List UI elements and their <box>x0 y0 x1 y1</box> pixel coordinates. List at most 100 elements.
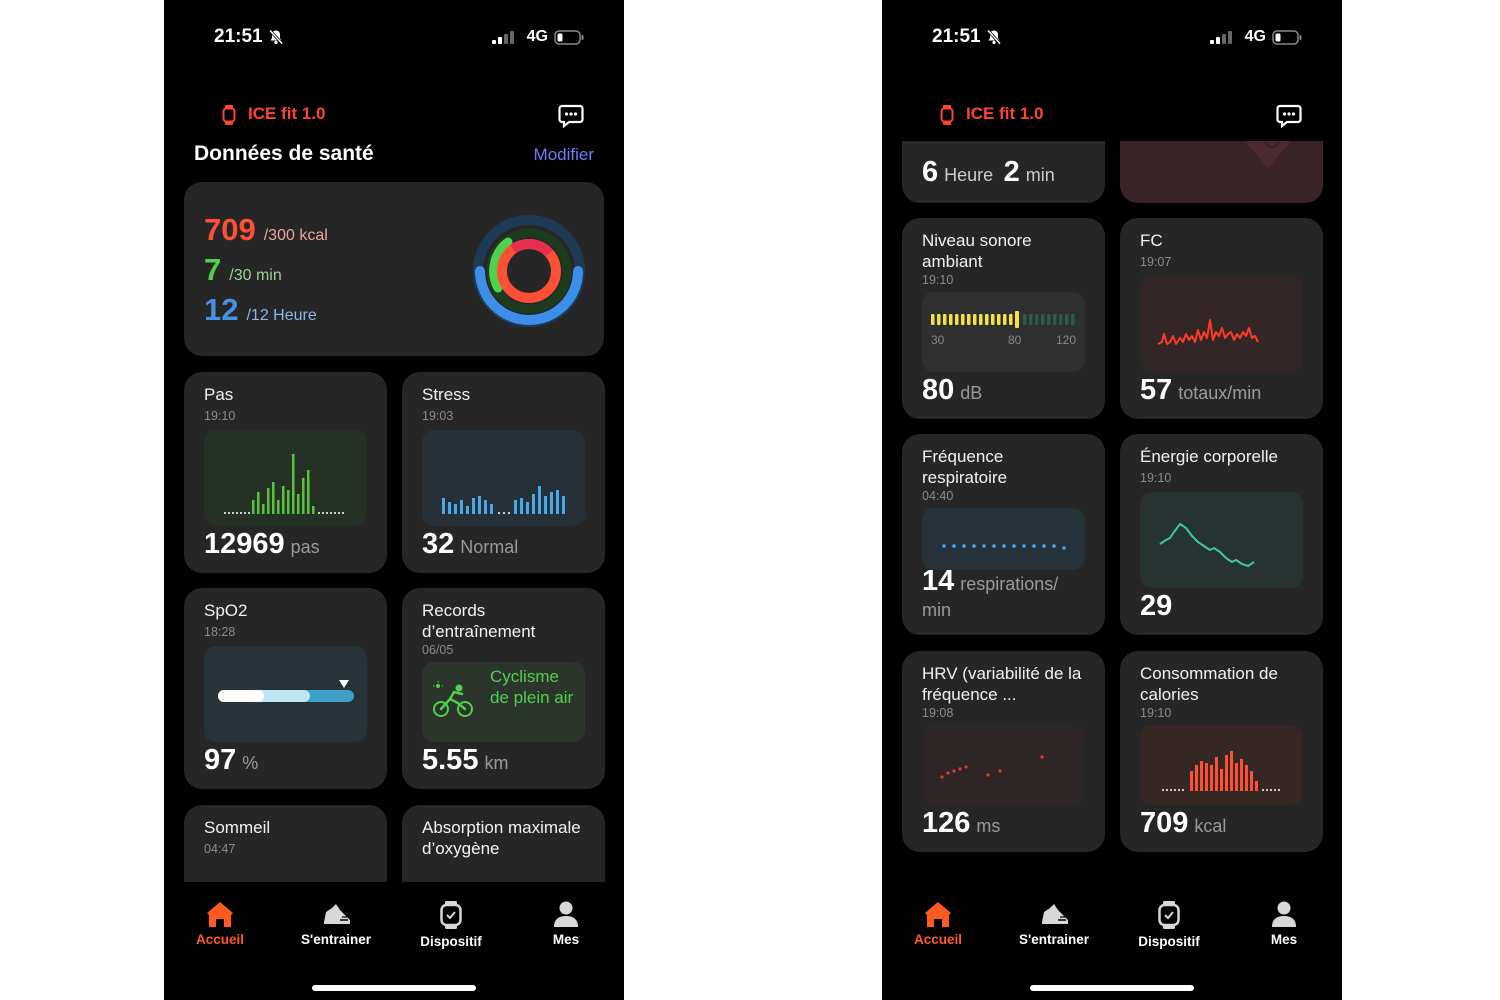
sleep-title: Sommeil <box>204 818 271 837</box>
device-name: ICE fit 1.0 <box>966 104 1044 123</box>
noise-scale-min: 30 <box>931 333 945 347</box>
stress-chart <box>422 430 585 526</box>
nav-item-me[interactable]: Mes <box>516 900 616 947</box>
page-title: Données de santé <box>194 142 374 165</box>
calorie-title: Consommation de calories <box>1140 664 1278 704</box>
chat-icon[interactable] <box>1276 104 1302 128</box>
stress-card[interactable]: Stress 19:03 32 Normal <box>402 372 605 573</box>
bottom-nav: Accueil S'entrainer Dispositif Mes <box>164 900 624 960</box>
body-energy-line <box>1159 523 1255 567</box>
spo2-unit: % <box>242 753 259 773</box>
hrv-time: 19:08 <box>922 706 954 720</box>
partial-card-red[interactable] <box>1120 141 1323 203</box>
spo2-card[interactable]: SpO2 18:28 97% <box>184 588 387 789</box>
calorie-bars <box>1162 751 1280 791</box>
bottom-nav: Accueil S'entrainer Dispositif Mes <box>882 900 1342 960</box>
calorie-value: 709 <box>1140 807 1189 839</box>
sleep-minutes: 2 <box>1003 156 1020 188</box>
steps-value: 12969 <box>204 528 285 560</box>
cycling-icon <box>433 681 473 717</box>
noise-scale-mid: 80 <box>1008 333 1022 347</box>
status-time: 21:51 <box>214 26 263 47</box>
home-icon <box>207 902 233 927</box>
calorie-consumption-card[interactable]: Consommation de calories 19:10 709 kcal <box>1120 651 1323 852</box>
training-unit: km <box>484 753 509 773</box>
sleep-card-partial[interactable]: 6 Heure 2 min <box>902 141 1105 203</box>
spo2-title: SpO2 <box>204 601 248 620</box>
sleep-card[interactable]: Sommeil 04:47 <box>184 805 387 882</box>
heart-rate-title: FC <box>1140 231 1163 250</box>
hrv-title: HRV (variabilité de la fréquence ... <box>922 664 1082 704</box>
noise-value: 80 <box>922 374 955 406</box>
steps-title: Pas <box>204 385 234 404</box>
exercise-goal: /30 min <box>229 267 282 284</box>
stress-value: 32 <box>422 528 455 560</box>
noise-title: Niveau sonore ambiant <box>922 231 1032 271</box>
respiration-title: Fréquence respiratoire <box>922 447 1008 487</box>
respiration-card[interactable]: Fréquence respiratoire 04:40 14 respirati… <box>902 434 1105 635</box>
sleep-minutes-unit: min <box>1025 165 1055 185</box>
stress-bars <box>442 486 565 514</box>
activity-summary-card[interactable]: 709/300 kcal 7/30 min 12/12 Heure <box>184 182 604 356</box>
vo2max-card[interactable]: Absorption maximale d’oxygène <box>402 805 605 882</box>
nav-item-device[interactable]: Dispositif <box>1119 900 1219 949</box>
noise-unit: dB <box>960 383 983 403</box>
nav-label-train: S'entrainer <box>1019 932 1089 947</box>
nav-item-home[interactable]: Accueil <box>170 900 270 947</box>
nav-label-train: S'entrainer <box>301 932 371 947</box>
body-energy-value: 29 <box>1140 590 1173 622</box>
sleep-time: 04:47 <box>204 842 236 856</box>
body-energy-time: 19:10 <box>1140 471 1172 485</box>
body-energy-card[interactable]: Énergie corporelle 19:10 29 <box>1120 434 1323 635</box>
noise-meter: 30 80 120 <box>922 292 1085 372</box>
vo2max-title: Absorption maximale d’oxygène <box>422 818 581 858</box>
spo2-marker <box>339 680 349 688</box>
edit-link[interactable]: Modifier <box>534 145 594 165</box>
respiration-dots <box>942 544 1066 550</box>
training-date: 06/05 <box>422 643 454 657</box>
sleep-hours: 6 <box>922 156 939 188</box>
steps-unit: pas <box>290 537 320 557</box>
training-distance: 5.55 <box>422 744 479 776</box>
standing-value: 12 <box>204 292 239 327</box>
hrv-card[interactable]: HRV (variabilité de la fréquence ... 19:… <box>902 651 1105 852</box>
hrv-unit: ms <box>976 816 1001 836</box>
heart-rate-card[interactable]: FC 19:07 57 totaux/min <box>1120 218 1323 419</box>
sneaker-icon <box>1042 904 1068 924</box>
noise-time: 19:10 <box>922 273 954 287</box>
cards-container: 709/300 kcal 7/30 min 12/12 Heure Pas 19… <box>164 182 624 882</box>
noise-bars <box>931 311 1075 328</box>
nav-item-home[interactable]: Accueil <box>888 900 988 947</box>
stress-title: Stress <box>422 385 471 404</box>
steps-card[interactable]: Pas 19:10 12969 pas <box>184 372 387 573</box>
steps-chart <box>204 430 367 526</box>
nav-item-train[interactable]: S'entrainer <box>1004 900 1104 947</box>
stress-time: 19:03 <box>422 409 454 423</box>
spo2-time: 18:28 <box>204 625 236 639</box>
watch-icon <box>1158 901 1180 929</box>
network-type: 4G <box>1244 28 1266 45</box>
sleep-hours-unit: Heure <box>944 165 994 185</box>
person-icon <box>554 901 578 927</box>
nav-item-train[interactable]: S'entrainer <box>286 900 386 947</box>
watch-icon <box>222 105 236 125</box>
heart-rate-value: 57 <box>1140 374 1173 406</box>
nav-item-device[interactable]: Dispositif <box>401 900 501 949</box>
battery-icon <box>554 30 584 45</box>
signal-icon <box>1210 31 1232 44</box>
sneaker-icon <box>324 904 350 924</box>
watch-icon <box>940 105 954 125</box>
nav-label-home: Accueil <box>195 932 245 947</box>
nav-item-me[interactable]: Mes <box>1234 900 1334 947</box>
noise-card[interactable]: Niveau sonore ambiant 19:10 30 80 120 80… <box>902 218 1105 419</box>
status-time: 21:51 <box>932 26 981 47</box>
spo2-value: 97 <box>204 744 237 776</box>
chat-icon[interactable] <box>558 104 584 128</box>
training-records-card[interactable]: Records d’entraînement 06/05 Cyclisme de… <box>402 588 605 789</box>
training-activity-box: Cyclisme de plein air <box>422 662 585 742</box>
person-icon <box>1272 901 1296 927</box>
exercise-value: 7 <box>204 252 222 287</box>
steps-time: 19:10 <box>204 409 236 423</box>
respiration-value: 14 <box>922 565 955 597</box>
calories-value: 709 <box>204 212 256 247</box>
